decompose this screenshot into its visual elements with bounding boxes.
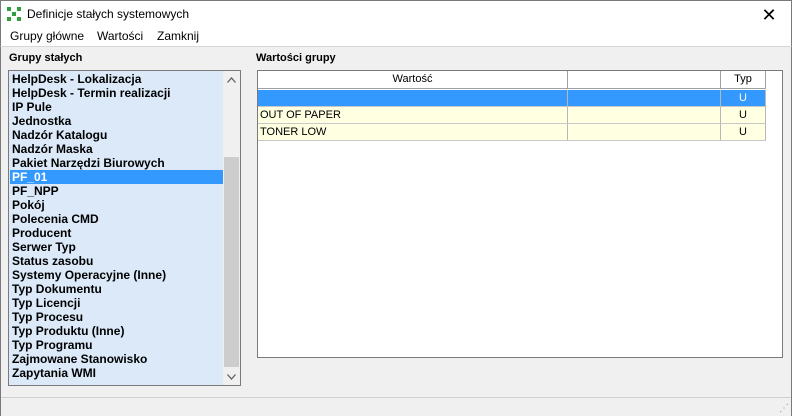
list-item[interactable]: Pokój	[12, 198, 45, 212]
column-header-typ[interactable]: Typ	[721, 71, 766, 89]
cell-value[interactable]: TONER LOW	[258, 124, 568, 141]
groups-label: Grupy stałych	[9, 52, 83, 64]
cell-type[interactable]: U	[721, 90, 766, 107]
list-item[interactable]: PF_NPP	[12, 184, 59, 198]
list-item[interactable]: Status zasobu	[12, 254, 93, 268]
cell-value[interactable]	[258, 90, 568, 107]
values-grid[interactable]: Wartość Typ U OUT OF PAPER U TONER LOW U	[257, 70, 783, 358]
menu-bar: Grupy główne Wartości Zamknij	[0, 28, 792, 46]
list-item[interactable]: Nadzór Maska	[12, 142, 93, 156]
list-item[interactable]: HelpDesk - Lokalizacja	[12, 72, 141, 86]
list-item[interactable]: Zapytania WMI	[12, 366, 96, 380]
chevron-up-icon	[227, 76, 236, 83]
cell-type[interactable]: U	[721, 107, 766, 124]
list-item[interactable]: Typ Programu	[12, 338, 92, 352]
list-item[interactable]: PF_01	[10, 170, 225, 184]
chevron-down-icon	[227, 373, 236, 380]
list-item[interactable]: Typ Dokumentu	[12, 282, 102, 296]
scroll-up-button[interactable]	[223, 71, 240, 88]
list-item[interactable]: Serwer Typ	[12, 240, 76, 254]
close-button[interactable]: ✕	[747, 1, 791, 29]
list-item[interactable]: Jednostka	[12, 114, 71, 128]
list-item[interactable]: Typ Licencji	[12, 296, 80, 310]
cell-extra[interactable]	[568, 90, 721, 107]
list-item[interactable]: Zajmowane Stanowisko	[12, 352, 147, 366]
list-item[interactable]: Systemy Operacyjne (Inne)	[12, 268, 166, 282]
column-header-wartosc[interactable]: Wartość	[258, 71, 568, 89]
list-item[interactable]: Nadzór Katalogu	[12, 128, 107, 142]
cell-extra[interactable]	[568, 107, 721, 124]
column-header-extra[interactable]	[568, 71, 721, 89]
menu-grupy-glowne[interactable]: Grupy główne	[10, 29, 84, 43]
title-bar: Definicje stałych systemowych ✕	[0, 0, 792, 28]
scroll-down-button[interactable]	[223, 368, 240, 385]
list-item[interactable]: Pakiet Narzędzi Biurowych	[12, 156, 165, 170]
list-item[interactable]: Typ Procesu	[12, 310, 83, 324]
window-title: Definicje stałych systemowych	[27, 7, 190, 21]
list-item[interactable]: Typ Produktu (Inne)	[12, 324, 124, 338]
list-item[interactable]: IP Pule	[12, 100, 52, 114]
status-bar: ⋰	[1, 397, 791, 416]
groups-listbox[interactable]: HelpDesk - Lokalizacja HelpDesk - Termin …	[8, 70, 241, 386]
menu-wartosci[interactable]: Wartości	[97, 29, 143, 43]
resize-grip-icon[interactable]: ⋰	[779, 403, 789, 414]
scroll-thumb[interactable]	[224, 157, 239, 367]
app-icon	[7, 7, 21, 21]
cell-value[interactable]: OUT OF PAPER	[258, 107, 568, 124]
values-label: Wartości grupy	[256, 52, 336, 64]
list-item[interactable]: Producent	[12, 226, 71, 240]
groups-scrollbar[interactable]	[223, 71, 240, 385]
menu-zamknij[interactable]: Zamknij	[157, 29, 199, 43]
list-item[interactable]: Polecenia CMD	[12, 212, 99, 226]
cell-type[interactable]: U	[721, 124, 766, 141]
close-icon: ✕	[761, 4, 777, 25]
cell-extra[interactable]	[568, 124, 721, 141]
list-item[interactable]: HelpDesk - Termin realizacji	[12, 86, 171, 100]
